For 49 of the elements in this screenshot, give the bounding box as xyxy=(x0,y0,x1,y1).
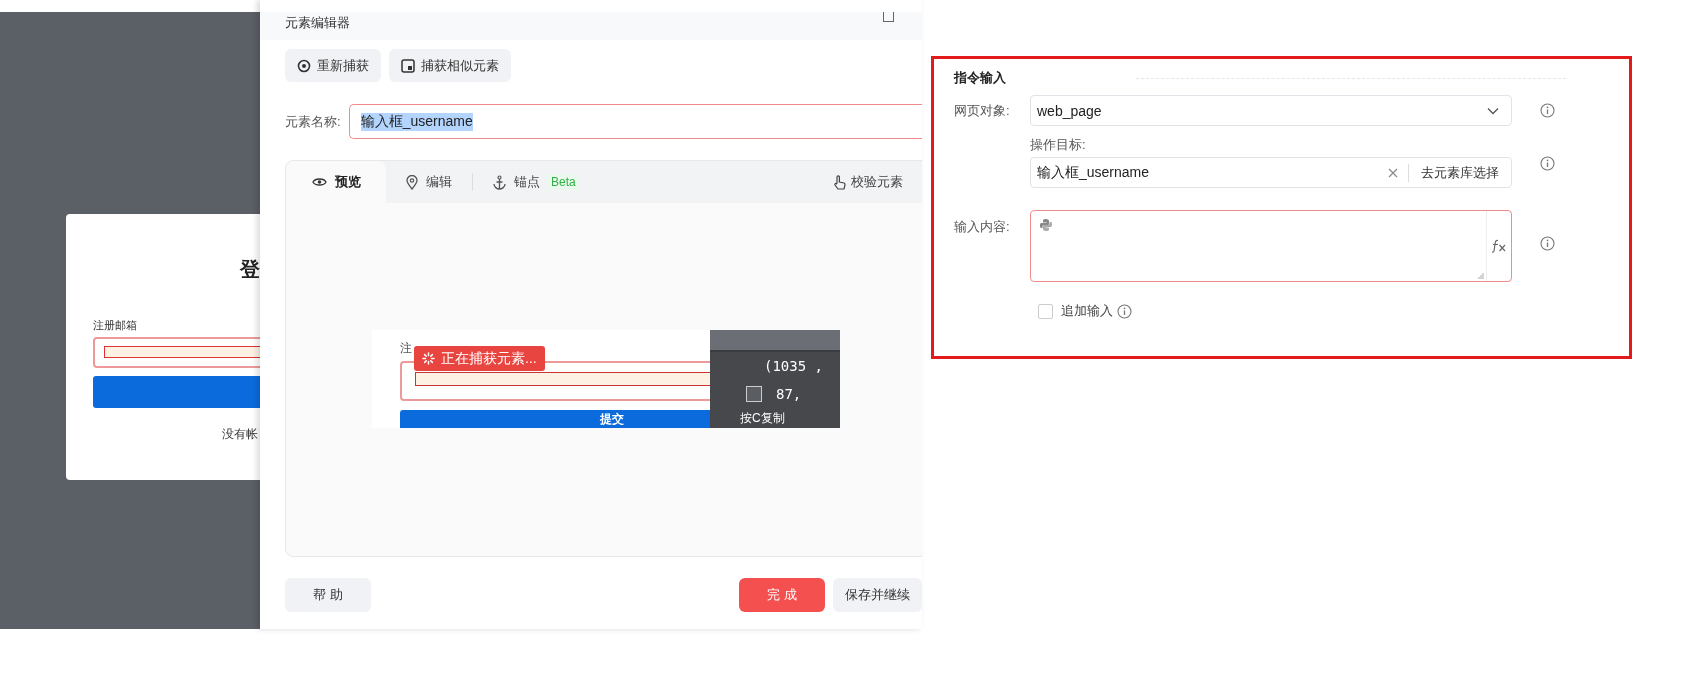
section-title: 指令输入 xyxy=(954,69,1006,87)
anchor-icon xyxy=(493,174,506,190)
tab[interactable]: 预览 xyxy=(286,161,386,203)
info-icon[interactable] xyxy=(1540,156,1555,171)
info-icon[interactable] xyxy=(1540,103,1555,118)
python-icon xyxy=(1039,218,1053,232)
verify-element-button[interactable]: 校验元素 xyxy=(827,161,909,203)
copy-hint: 按C复制 xyxy=(740,410,785,427)
target-icon xyxy=(297,58,311,73)
target-field[interactable]: 输入框_username 去元素库选择 xyxy=(1030,157,1512,188)
size-text: 87, xyxy=(776,386,802,402)
resize-handle-icon[interactable] xyxy=(1478,273,1484,279)
info-icon[interactable] xyxy=(1117,303,1132,319)
signup-prompt: 没有帐 xyxy=(222,426,258,443)
frame-icon xyxy=(401,58,415,73)
field-label: 输入内容: xyxy=(954,218,1011,236)
help-button[interactable]: 帮 助 xyxy=(285,578,371,612)
capturing-toast: 正在捕获元素... xyxy=(414,346,545,371)
field-label: 元素名称: xyxy=(285,112,341,131)
field-label: 网页对象: xyxy=(954,101,1011,120)
tab[interactable]: 锚点 Beta xyxy=(473,161,599,203)
chevron-down-icon xyxy=(1487,106,1499,115)
email-field[interactable] xyxy=(93,337,262,368)
dialog-title: 元素编辑器 xyxy=(285,14,350,32)
save-continue-button[interactable]: 保存并继续 xyxy=(833,578,922,612)
maximize-icon[interactable] xyxy=(883,12,894,22)
element-name-field[interactable]: 输入框_username xyxy=(348,104,922,139)
library-select-button[interactable]: 去元素库选择 xyxy=(1419,163,1499,182)
hand-pointer-icon xyxy=(833,174,846,190)
dialog-title: 登 xyxy=(240,257,260,282)
close-icon[interactable] xyxy=(1388,167,1398,178)
coordinates-text: (1035 , xyxy=(764,358,823,374)
toolbar-button[interactable]: 重新捕获 xyxy=(285,49,381,82)
field-label: 操作目标: xyxy=(1030,136,1087,154)
toolbar-button[interactable]: 捕获相似元素 xyxy=(389,49,511,82)
spinner-icon xyxy=(422,352,435,365)
field-label: 注册邮箱 xyxy=(93,318,137,333)
checkbox[interactable] xyxy=(1038,303,1053,319)
function-icon[interactable] xyxy=(1491,239,1507,253)
eye-icon xyxy=(311,176,327,188)
color-swatch-icon xyxy=(746,386,762,402)
input-content-field[interactable] xyxy=(1030,210,1512,282)
location-pin-icon xyxy=(406,174,418,190)
info-icon[interactable] xyxy=(1540,236,1555,251)
field-label: 注 xyxy=(400,340,412,357)
web-page-select[interactable]: web_page xyxy=(1030,95,1512,126)
checkbox-label: 追加输入 xyxy=(1061,302,1113,320)
beta-badge: Beta xyxy=(548,174,579,190)
tab[interactable]: 编辑 xyxy=(386,161,472,203)
